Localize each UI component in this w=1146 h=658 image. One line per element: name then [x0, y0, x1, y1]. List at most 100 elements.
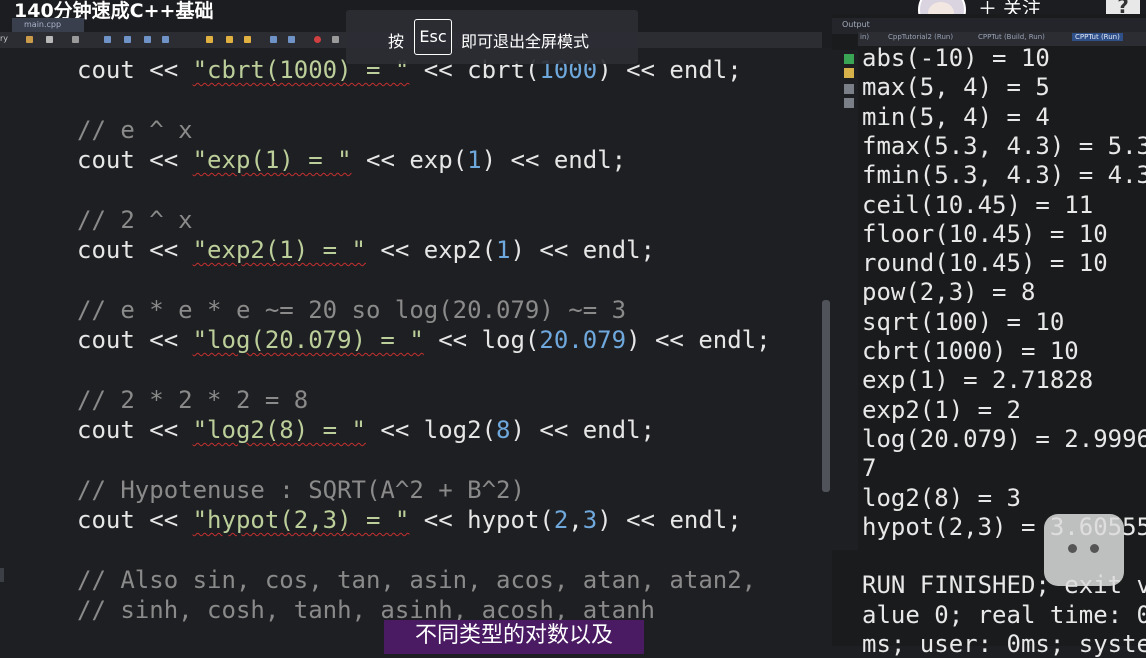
output-line: min(5, 4) = 4	[862, 102, 1050, 131]
clean-build-icon[interactable]	[226, 36, 233, 43]
code-token: ) << endl;	[597, 506, 742, 534]
run-tab[interactable]: CPPTut (Build, Run)	[978, 33, 1045, 41]
logo-eye-right	[1090, 544, 1099, 553]
code-line[interactable]: cout << "exp2(1) = " << exp2(1) << endl;	[77, 236, 655, 264]
code-token: ) << endl;	[626, 326, 771, 354]
code-token: cout <<	[77, 506, 193, 534]
code-line[interactable]: // e * e * e ~= 20 so log(20.079) ~= 3	[77, 296, 626, 324]
output-line: round(10.45) = 10	[862, 249, 1108, 278]
code-string: "exp(1) = "	[192, 146, 352, 174]
code-number: 8	[496, 416, 511, 444]
code-line[interactable]: // e ^ x	[77, 116, 193, 144]
output-line: alue 0; real time: 0	[862, 600, 1146, 629]
new-file-icon[interactable]	[26, 36, 33, 43]
code-line[interactable]: cout << "hypot(2,3) = " << hypot(2,3) <<…	[77, 506, 742, 534]
hint-prefix: 按	[388, 32, 405, 51]
code-line[interactable]: // Hypotenuse : SQRT(A^2 + B^2)	[77, 476, 525, 504]
code-line[interactable]: // Also sin, cos, tan, asin, acos, atan,…	[77, 566, 756, 594]
rerun-all-icon[interactable]	[844, 68, 854, 78]
code-comment: // 2 * 2 * 2 = 8	[77, 386, 309, 414]
open-file-icon[interactable]	[46, 36, 53, 43]
toolbar-label: ry	[0, 34, 9, 43]
save-icon[interactable]	[72, 36, 79, 43]
code-token: ) << endl;	[510, 416, 655, 444]
pause-icon[interactable]	[332, 36, 339, 43]
output-line: ms; user: 0ms; syste	[862, 630, 1146, 658]
code-token: cout <<	[77, 326, 193, 354]
rerun-icon[interactable]	[844, 54, 854, 64]
build-icon[interactable]	[206, 36, 213, 43]
esc-key-badge: Esc	[414, 19, 452, 55]
clear-icon[interactable]	[844, 84, 854, 94]
stop-icon[interactable]	[314, 36, 321, 43]
video-subtitle: 不同类型的对数以及	[384, 620, 644, 654]
logo-eye-left	[1068, 544, 1077, 553]
output-line: sqrt(100) = 10	[862, 307, 1065, 336]
code-token: ) << endl;	[481, 146, 627, 174]
format-icon[interactable]	[144, 36, 151, 43]
code-number: 20.079	[539, 326, 627, 354]
back-icon[interactable]	[270, 36, 277, 43]
output-line: log2(8) = 3	[862, 483, 1021, 512]
output-tools	[832, 50, 858, 550]
output-line: floor(10.45) = 10	[862, 219, 1108, 248]
editor-tab-main-cpp[interactable]: main.cpp	[12, 18, 84, 32]
hint-suffix: 即可退出全屏模式	[461, 32, 590, 51]
code-token: ) << endl;	[510, 236, 655, 264]
code-editor[interactable]: cout << "cbrt(1000) = " << cbrt(1000) <<…	[0, 48, 822, 646]
fullscreen-hint: 按 Esc 即可退出全屏模式	[346, 10, 638, 64]
code-line[interactable]: cout << "exp(1) = " << exp(1) << endl;	[77, 146, 626, 174]
bilibili-logo	[1044, 514, 1124, 586]
code-token: << hypot(	[409, 506, 554, 534]
gutter-marker	[0, 568, 4, 582]
output-line: ceil(10.45) = 11	[862, 190, 1094, 219]
output-line: 7	[862, 454, 877, 483]
output-line: abs(-10) = 10	[862, 44, 1050, 72]
run-icon[interactable]	[244, 36, 251, 43]
undo-icon[interactable]	[104, 36, 111, 43]
run-tab-active[interactable]: CPPTut (Run)	[1072, 33, 1123, 41]
code-token: << log2(	[365, 416, 497, 444]
run-tab[interactable]: CppTutorial2 (Run)	[888, 33, 953, 41]
output-line: fmin(5.3, 4.3) = 4.3	[862, 161, 1146, 190]
code-number: 2	[553, 506, 569, 534]
code-token: cout <<	[77, 416, 193, 444]
redo-icon[interactable]	[124, 36, 131, 43]
editor-scrollbar[interactable]	[822, 300, 830, 492]
code-token: << exp2(	[365, 236, 497, 264]
code-string: "hypot(2,3) = "	[192, 506, 410, 534]
code-comment: // e * e * e ~= 20 so log(20.079) ~= 3	[77, 296, 627, 324]
code-string: "exp2(1) = "	[192, 236, 366, 264]
code-comment: // Also sin, cos, tan, asin, acos, atan,…	[77, 566, 757, 594]
code-token: ,	[568, 506, 583, 534]
code-token: << log(	[423, 326, 540, 354]
stop-output-icon[interactable]	[844, 98, 854, 108]
output-line: exp(1) = 2.71828	[862, 366, 1094, 395]
output-line: log(20.079) = 2.9996	[862, 424, 1146, 453]
code-line[interactable]: // 2 * 2 * 2 = 8	[77, 386, 308, 414]
output-line: fmax(5.3, 4.3) = 5.3	[862, 131, 1146, 160]
output-line: exp2(1) = 2	[862, 395, 1021, 424]
code-number: 3	[582, 506, 598, 534]
code-line[interactable]: cout << "log(20.079) = " << log(20.079) …	[77, 326, 771, 354]
output-line: max(5, 4) = 5	[862, 73, 1050, 102]
code-comment: // e ^ x	[77, 116, 193, 144]
code-number: 1	[496, 236, 511, 264]
code-line[interactable]: cout << "log2(8) = " << log2(8) << endl;	[77, 416, 655, 444]
code-line[interactable]: // 2 ^ x	[77, 206, 193, 234]
run-tab[interactable]: in)	[860, 33, 869, 41]
code-string: "log2(8) = "	[192, 416, 366, 444]
code-comment: // 2 ^ x	[77, 206, 193, 234]
output-line: cbrt(1000) = 10	[862, 337, 1079, 365]
forward-icon[interactable]	[288, 36, 295, 43]
output-tab[interactable]: Output	[842, 18, 870, 32]
code-comment: // Hypotenuse : SQRT(A^2 + B^2)	[77, 476, 525, 504]
code-token: << exp(	[351, 146, 468, 174]
code-number: 1	[467, 146, 482, 174]
code-token: cout <<	[77, 146, 193, 174]
code-token: cout <<	[77, 56, 193, 84]
output-line: pow(2,3) = 8	[862, 278, 1036, 307]
code-token: cout <<	[77, 236, 193, 264]
comment-icon[interactable]	[162, 36, 169, 43]
code-string: "log(20.079) = "	[192, 326, 424, 354]
